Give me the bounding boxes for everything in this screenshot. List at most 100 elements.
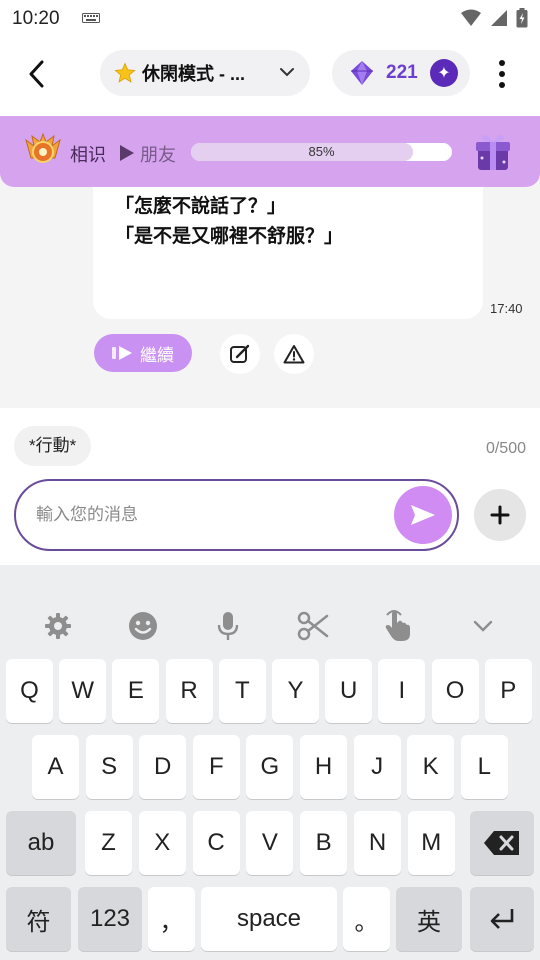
key-n-label: N	[368, 829, 387, 856]
composer: *行動* 0/500	[0, 408, 540, 565]
key-h[interactable]: H	[300, 735, 347, 799]
gem-icon	[351, 61, 373, 85]
key-a-label: A	[47, 753, 64, 780]
key-z-label: Z	[101, 829, 116, 856]
report-button[interactable]	[274, 334, 314, 374]
numbers-key-label: 123	[89, 905, 131, 932]
gesture-tool[interactable]	[378, 605, 418, 647]
chevron-left-icon	[29, 60, 44, 88]
key-q-label: Q	[20, 677, 39, 704]
key-h-label: H	[314, 753, 333, 780]
key-c[interactable]: C	[192, 811, 240, 875]
key-b-label: B	[315, 829, 332, 856]
key-k[interactable]: K	[407, 735, 455, 799]
key-o[interactable]: O	[431, 659, 479, 723]
key-e[interactable]: E	[112, 659, 160, 723]
continue-label: 繼續	[140, 345, 174, 365]
key-n[interactable]: N	[354, 811, 401, 875]
add-attachment-button[interactable]	[474, 489, 526, 541]
key-y-label: Y	[287, 677, 304, 704]
mode-selector[interactable]: 休閑模式 - ...	[100, 50, 310, 96]
shift-key-label: ab	[27, 829, 55, 856]
message-line: 「是不是又哪裡不舒服？」	[115, 226, 344, 247]
emoji-icon	[129, 612, 157, 640]
clipboard-tool[interactable]	[293, 605, 333, 647]
key-k-label: K	[422, 753, 439, 780]
symbols-key[interactable]: 符	[6, 887, 71, 951]
key-a[interactable]: A	[32, 735, 79, 799]
key-t-label: T	[234, 677, 250, 704]
key-z[interactable]: Z	[85, 811, 132, 875]
numbers-key[interactable]: 123	[78, 887, 142, 951]
key-g[interactable]: G	[246, 735, 294, 799]
chevron-down-icon	[280, 68, 294, 77]
progress-percent: 85%	[308, 144, 335, 159]
next-arrow-icon	[120, 145, 134, 161]
more-dot	[499, 71, 505, 77]
key-q[interactable]: Q	[6, 659, 53, 723]
symbols-key-label: 符	[26, 908, 51, 936]
scissors-icon	[297, 611, 329, 641]
message-input[interactable]	[36, 501, 366, 529]
collapse-keyboard-tool[interactable]	[463, 605, 503, 647]
key-i-label: I	[398, 677, 406, 704]
settings-tool[interactable]	[38, 605, 78, 647]
plus-icon	[490, 505, 510, 525]
key-x[interactable]: X	[138, 811, 186, 875]
key-p[interactable]: P	[484, 659, 532, 723]
key-b[interactable]: B	[300, 811, 348, 875]
gift-box-icon[interactable]	[470, 128, 516, 174]
key-r[interactable]: R	[165, 659, 213, 723]
key-c-label: C	[207, 829, 225, 856]
key-j[interactable]: J	[353, 735, 401, 799]
space-key-label: space	[236, 905, 302, 932]
key-t[interactable]: T	[218, 659, 266, 723]
voice-tool[interactable]	[208, 605, 248, 647]
enter-icon	[490, 909, 514, 929]
key-i[interactable]: I	[378, 659, 426, 723]
comma-key[interactable]: ，	[148, 887, 195, 951]
key-y[interactable]: Y	[272, 659, 319, 723]
shift-key[interactable]: ab	[6, 811, 76, 875]
key-f[interactable]: F	[192, 735, 240, 799]
emoji-tool[interactable]	[123, 605, 163, 647]
key-s-label: S	[101, 753, 118, 780]
send-button[interactable]	[394, 486, 452, 544]
current-level-label: 相识	[70, 145, 106, 165]
add-gems-button[interactable]: ✦	[430, 59, 458, 87]
key-e-label: E	[127, 677, 144, 704]
battery-icon	[516, 8, 528, 28]
key-m[interactable]: M	[407, 811, 455, 875]
period-key[interactable]: 。	[343, 887, 390, 951]
key-u[interactable]: U	[325, 659, 373, 723]
action-chip[interactable]: *行動*	[14, 426, 92, 466]
period-key-label: 。	[354, 908, 379, 936]
status-time: 10:20	[12, 8, 60, 29]
edit-message-button[interactable]	[220, 334, 260, 374]
cell-signal-icon	[491, 10, 507, 26]
key-j-label: J	[371, 753, 384, 780]
space-key[interactable]: space	[201, 887, 337, 951]
key-s[interactable]: S	[85, 735, 133, 799]
enter-key[interactable]	[470, 887, 534, 951]
continue-button[interactable]: 繼續	[94, 334, 192, 372]
backspace-key[interactable]	[470, 811, 534, 875]
key-w[interactable]: W	[59, 659, 107, 723]
key-r-label: R	[180, 677, 198, 704]
more-options-button[interactable]	[488, 56, 516, 92]
gem-count: 221	[386, 62, 418, 83]
key-u-label: U	[340, 677, 358, 704]
microphone-icon	[217, 612, 239, 640]
language-key[interactable]: 英	[396, 887, 462, 951]
message-input-box[interactable]	[14, 479, 459, 551]
gem-balance[interactable]: 221 ✦	[332, 50, 470, 96]
key-l[interactable]: L	[460, 735, 508, 799]
key-v-label: V	[261, 829, 278, 856]
back-button[interactable]	[18, 56, 54, 92]
key-d-label: D	[154, 753, 172, 780]
level-badge-icon	[25, 132, 61, 163]
hand-pointer-icon	[385, 610, 410, 641]
key-v[interactable]: V	[246, 811, 294, 875]
language-key-label: 英	[417, 908, 441, 936]
key-d[interactable]: D	[139, 735, 187, 799]
